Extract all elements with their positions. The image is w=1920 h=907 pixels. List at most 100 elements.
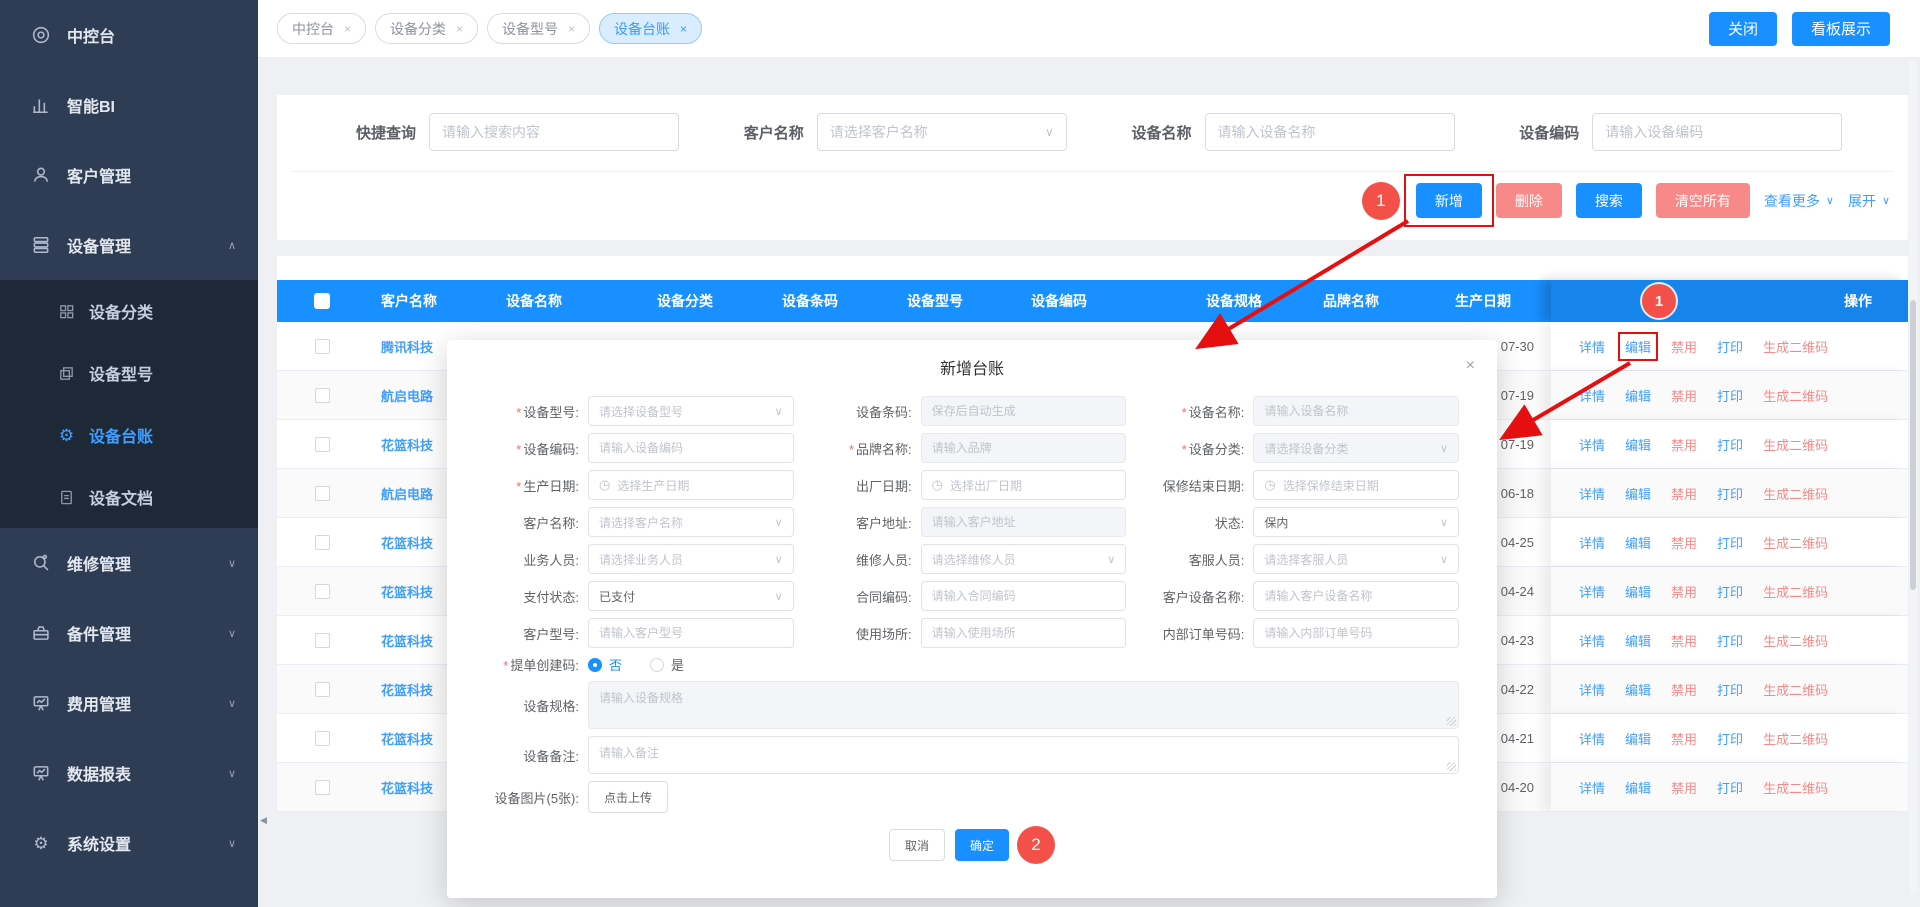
filter-device-name-input[interactable] [1205,113,1455,151]
customer-link[interactable]: 花篮科技 [381,683,433,698]
service-person-select[interactable]: 请选择客服人员∨ [1253,544,1459,574]
board-display-button[interactable]: 看板展示 [1792,12,1890,46]
print-link[interactable]: 打印 [1717,337,1743,356]
repair-person-select[interactable]: 请选择维修人员∨ [921,544,1127,574]
print-link[interactable]: 打印 [1717,533,1743,552]
filter-quick-search-input[interactable] [429,113,679,151]
edit-link[interactable]: 编辑 [1625,680,1651,699]
sidebar-item-devices[interactable]: 设备管理∧ [0,210,258,280]
confirm-button[interactable]: 确定 [955,829,1009,861]
customer-link[interactable]: 花篮科技 [381,732,433,747]
sidebar-item-repair[interactable]: 维修管理∨ [0,528,258,598]
device-category-select[interactable]: 请选择设备分类∨ [1253,433,1459,463]
row-checkbox[interactable] [315,633,330,648]
view-more-link[interactable]: 查看更多 ∨ [1764,191,1834,211]
edit-link[interactable]: 编辑 [1625,533,1651,552]
detail-link[interactable]: 详情 [1579,337,1605,356]
generate-qrcode-link[interactable]: 生成二维码 [1763,582,1828,601]
tab-device-ledger[interactable]: 设备台账× [599,13,702,44]
generate-qrcode-link[interactable]: 生成二维码 [1763,435,1828,454]
disable-link[interactable]: 禁用 [1671,582,1697,601]
detail-link[interactable]: 详情 [1579,484,1605,503]
scrollbar-thumb[interactable] [1910,300,1916,590]
tab-device-category[interactable]: 设备分类× [375,13,478,44]
disable-link[interactable]: 禁用 [1671,729,1697,748]
production-date-date-picker[interactable]: ◷选择生产日期 [588,470,794,500]
print-link[interactable]: 打印 [1717,484,1743,503]
warranty-end-date-date-picker[interactable]: ◷选择保修结束日期 [1253,470,1459,500]
detail-link[interactable]: 详情 [1579,386,1605,405]
search-button[interactable]: 搜索 [1576,183,1642,218]
sidebar-item-device-docs[interactable]: 设备文档 [0,466,258,528]
usage-place-input[interactable] [921,618,1127,648]
internal-order-no-input[interactable] [1253,618,1459,648]
generate-qrcode-link[interactable]: 生成二维码 [1763,533,1828,552]
print-link[interactable]: 打印 [1717,386,1743,405]
edit-link[interactable]: 编辑 [1625,729,1651,748]
disable-link[interactable]: 禁用 [1671,631,1697,650]
customer-link[interactable]: 腾讯科技 [381,340,433,355]
customer-link[interactable]: 花篮科技 [381,634,433,649]
row-checkbox[interactable] [315,437,330,452]
detail-link[interactable]: 详情 [1579,631,1605,650]
customer-device-name-input[interactable] [1253,581,1459,611]
sidebar-item-device-category[interactable]: 设备分类 [0,280,258,342]
sales-person-select[interactable]: 请选择业务人员∨ [588,544,794,574]
detail-link[interactable]: 详情 [1579,778,1605,797]
edit-link[interactable]: 编辑 [1625,631,1651,650]
disable-link[interactable]: 禁用 [1671,533,1697,552]
detail-link[interactable]: 详情 [1579,729,1605,748]
detail-link[interactable]: 详情 [1579,680,1605,699]
row-checkbox[interactable] [315,535,330,550]
contract-code-input[interactable] [921,581,1127,611]
generate-qrcode-link[interactable]: 生成二维码 [1763,680,1828,699]
customer-address-input[interactable] [921,507,1127,537]
row-checkbox[interactable] [315,584,330,599]
edit-link[interactable]: 编辑 [1625,778,1651,797]
sidebar-item-settings[interactable]: ⚙系统设置∨ [0,808,258,878]
close-icon[interactable]: × [568,22,575,36]
row-checkbox[interactable] [315,780,330,795]
select-all-checkbox[interactable] [314,293,330,309]
detail-link[interactable]: 详情 [1579,533,1605,552]
radio-yes[interactable]: 是 [650,655,684,674]
customer-link[interactable]: 航启电路 [381,389,433,404]
add-button[interactable]: 新增 [1416,183,1482,218]
device-barcode-input[interactable] [921,396,1127,426]
close-icon[interactable]: × [344,22,351,36]
customer-link[interactable]: 航启电路 [381,487,433,502]
print-link[interactable]: 打印 [1717,778,1743,797]
sidebar-item-reports[interactable]: 数据报表∨ [0,738,258,808]
sidebar-item-console[interactable]: 中控台 [0,0,258,70]
cancel-button[interactable]: 取消 [889,829,945,861]
tab-console[interactable]: 中控台× [277,13,366,44]
row-checkbox[interactable] [315,339,330,354]
print-link[interactable]: 打印 [1717,729,1743,748]
edit-link[interactable]: 编辑 [1625,435,1651,454]
expand-link[interactable]: 展开 ∨ [1848,191,1890,211]
scroll-left-icon[interactable]: ◀ [260,815,267,826]
status-select[interactable]: 保内∨ [1253,507,1459,537]
sidebar-item-bi[interactable]: 智能BI [0,70,258,140]
vertical-scrollbar[interactable] [1909,60,1917,895]
print-link[interactable]: 打印 [1717,680,1743,699]
edit-link[interactable]: 编辑 [1625,484,1651,503]
close-icon[interactable]: × [1466,357,1475,375]
customer-model-input[interactable] [588,618,794,648]
sidebar-item-spare-parts[interactable]: 备件管理∨ [0,598,258,668]
edit-link[interactable]: 编辑 [1625,337,1651,356]
generate-qrcode-link[interactable]: 生成二维码 [1763,337,1828,356]
sidebar-item-device-ledger[interactable]: ⚙设备台账 [0,404,258,466]
detail-link[interactable]: 详情 [1579,582,1605,601]
disable-link[interactable]: 禁用 [1671,778,1697,797]
delete-button[interactable]: 删除 [1496,183,1562,218]
disable-link[interactable]: 禁用 [1671,435,1697,454]
close-icon[interactable]: × [456,22,463,36]
customer-name-select[interactable]: 请选择客户名称∨ [588,507,794,537]
customer-link[interactable]: 花篮科技 [381,781,433,796]
row-checkbox[interactable] [315,486,330,501]
sidebar-item-device-model[interactable]: 设备型号 [0,342,258,404]
generate-qrcode-link[interactable]: 生成二维码 [1763,778,1828,797]
print-link[interactable]: 打印 [1717,631,1743,650]
print-link[interactable]: 打印 [1717,435,1743,454]
